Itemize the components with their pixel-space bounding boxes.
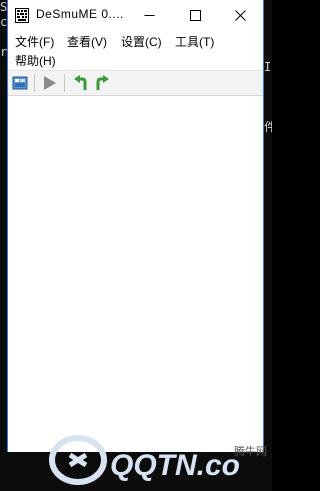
toolbar-divider [34,74,35,92]
maximize-icon [189,10,201,21]
desmume-app-icon [15,8,29,23]
watermark-brand-text: 腾牛网 [234,446,267,458]
rotate-right-button[interactable] [92,73,112,93]
desktop: S c r I 件 DeSmuME 0.... 文件(F) 查看(V) 设置(C… [0,0,272,491]
close-button[interactable] [217,0,263,31]
menu-tools[interactable]: 工具(T) [175,32,214,51]
console-glyph: I [264,60,272,74]
toolbar-divider [64,74,65,92]
play-button[interactable] [40,73,60,93]
emulator-screen-area[interactable] [8,96,263,452]
minimize-button[interactable] [126,0,172,31]
rotate-right-icon [96,75,109,90]
desmume-window: DeSmuME 0.... 文件(F) 查看(V) 设置(C) 工具(T) 帮助… [7,0,264,452]
window-title: DeSmuME 0.... [36,7,124,21]
menu-settings[interactable]: 设置(C) [121,32,162,51]
rotate-left-button[interactable] [71,73,91,93]
rotate-left-icon [74,75,87,90]
minimize-icon [144,15,154,16]
toolbar [8,71,263,96]
qqtn-logo-mark: QQTN.com [49,435,240,485]
watermark-logo-text: QQTN.com [110,449,240,482]
title-bar[interactable]: DeSmuME 0.... [8,0,263,31]
console-background-right: I 件 [264,0,272,491]
play-icon [44,76,56,90]
menu-view[interactable]: 查看(V) [67,32,107,51]
open-rom-icon [12,76,27,90]
watermark: QQTN.com 腾牛网 [0,425,272,491]
menu-file[interactable]: 文件(F) [15,32,54,51]
console-glyph: 件 [264,120,272,134]
open-rom-button[interactable] [10,73,30,93]
menu-bar: 文件(F) 查看(V) 设置(C) 工具(T) 帮助(H) [8,31,263,69]
maximize-button[interactable] [172,0,218,31]
close-icon [234,10,246,21]
menu-help[interactable]: 帮助(H) [15,51,56,70]
